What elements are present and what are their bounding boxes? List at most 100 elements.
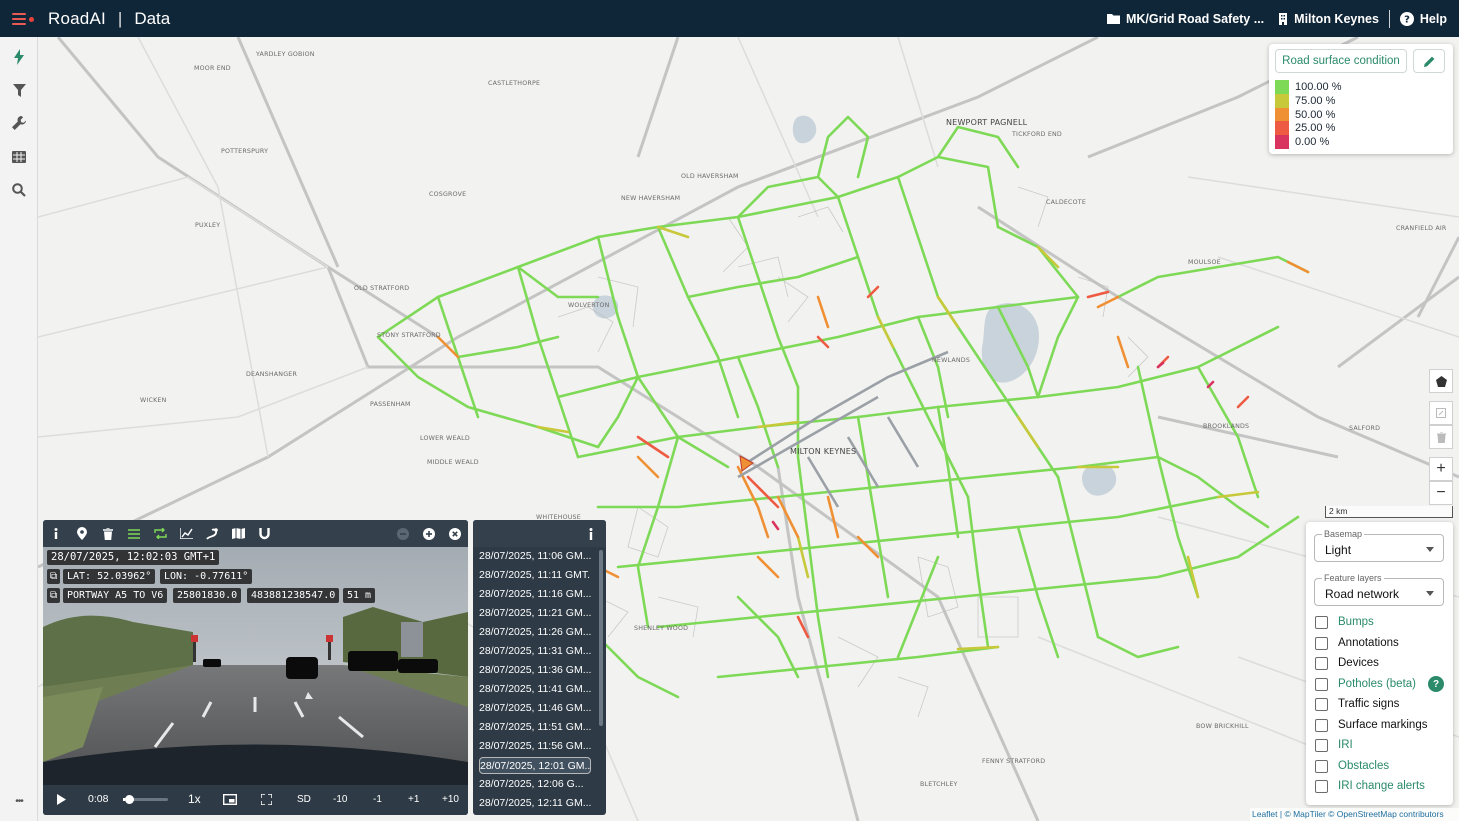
project-selector[interactable]: MK/Grid Road Safety ... [1106,11,1265,26]
plus-circle-icon[interactable] [416,520,442,547]
city-selector[interactable]: Milton Keynes [1278,12,1379,26]
layer-style-button[interactable]: Road surface condition [1275,49,1407,73]
zoom-out-button[interactable]: − [1429,481,1453,505]
video-frame[interactable]: 28/07/2025, 12:02:03 GMT+1 ⧉ LAT: 52.039… [43,547,468,785]
place-label: CRANFIELD AIR [1396,225,1447,232]
delete-shape-button[interactable] [1429,425,1453,449]
place-label: PASSENHAM [370,401,411,408]
place-label: MIDDLE WEALD [427,459,479,466]
obstacles-checkbox[interactable]: Obstacles [1315,758,1389,774]
hamburger-menu-icon[interactable] [10,8,34,30]
picture-in-picture-icon[interactable] [223,794,237,805]
recording-entry[interactable]: 28/07/2025, 11:36 GM... [479,662,591,679]
play-icon[interactable] [57,794,66,805]
app-brand[interactable]: RoadAI [48,9,106,29]
longitude-readout: LON: -0.77611° [160,569,253,584]
recording-entry[interactable]: 28/07/2025, 11:56 GM... [479,738,591,755]
recording-entry[interactable]: 28/07/2025, 11:31 GM... [479,643,591,660]
place-label: OLD STRATFORD [354,285,410,292]
surface-markings-checkbox[interactable]: Surface markings [1315,717,1427,733]
fullscreen-icon[interactable] [261,794,272,805]
search-icon[interactable] [9,180,29,200]
location-pin-icon[interactable] [69,520,95,547]
player-controls: 0:08 1x SD -10 -1 +1 +10 [43,785,468,815]
list-icon[interactable] [121,520,147,547]
place-label: POTTERSPURY [221,148,269,155]
skip-forward-1-button[interactable]: +1 [408,794,419,805]
bumps-checkbox[interactable]: Bumps [1315,614,1374,630]
devices-checkbox[interactable]: Devices [1315,655,1379,671]
map-icon[interactable] [225,520,251,547]
playback-time: 0:08 [88,793,109,805]
place-label: COSGROVE [429,191,467,198]
minus-circle-icon[interactable] [390,520,416,547]
feature-layers-select[interactable]: Feature layers Road network [1314,573,1444,606]
basemap-value: Light [1325,543,1352,557]
zoom-in-button[interactable]: + [1429,457,1453,481]
recording-entry[interactable]: 28/07/2025, 12:01 GM... [479,757,591,774]
pencil-icon [1423,56,1434,67]
place-label: YARDLEY GOBION [256,51,315,58]
project-name: MK/Grid Road Safety ... [1125,11,1265,26]
annotations-checkbox[interactable]: Annotations [1315,635,1399,651]
basemap-select[interactable]: Basemap Light [1314,529,1444,562]
quality-toggle[interactable]: SD [297,794,311,805]
playback-speed[interactable]: 1x [188,792,201,806]
edit-legend-button[interactable] [1413,49,1445,73]
copy-icon[interactable]: ⧉ [47,569,61,584]
legend-item: 0.00 % [1275,135,1329,149]
recording-entry[interactable]: 28/07/2025, 12:06 G... [479,776,591,793]
recording-entry[interactable]: 28/07/2025, 11:41 GM... [479,681,591,698]
place-label: LOWER WEALD [420,435,470,442]
place-label: CASTLETHORPE [488,80,541,87]
chart-icon[interactable] [173,520,199,547]
recording-entry[interactable]: 28/07/2025, 11:51 GM... [479,719,591,736]
map-attribution[interactable]: Leaflet | © MapTiler © OpenStreetMap con… [1250,808,1459,821]
legend-swatch [1275,80,1289,94]
legend-swatch [1275,121,1289,135]
place-label: STONY STRATFORD [377,332,441,339]
iri-checkbox[interactable]: IRI [1315,737,1353,753]
seek-handle[interactable] [124,795,134,804]
skip-back-1-button[interactable]: -1 [373,794,382,805]
skip-forward-10-button[interactable]: +10 [442,794,459,805]
recording-entry[interactable]: 28/07/2025, 11:21 GM... [479,605,591,622]
table-icon[interactable] [9,147,29,167]
segment-id: 25801830.0 [173,588,242,603]
recording-entry[interactable]: 28/07/2025, 11:16 GM... [479,586,591,603]
recording-entry[interactable]: 28/07/2025, 11:26 GM... [479,624,591,641]
recording-entry[interactable]: 28/07/2025, 11:06 GM... [479,548,591,565]
traffic-signs-checkbox[interactable]: Traffic signs [1315,696,1399,712]
close-circle-icon[interactable] [442,520,468,547]
place-label: TICKFORD END [1012,131,1062,138]
repeat-icon[interactable] [147,520,173,547]
edit-shape-button[interactable] [1429,401,1453,425]
filter-icon[interactable] [9,80,29,100]
potholes-checkbox[interactable]: Potholes (beta) [1315,676,1416,692]
info-icon[interactable] [43,520,69,547]
recording-entry[interactable]: 28/07/2025, 12:11 GM... [479,795,591,812]
info-icon[interactable] [589,527,593,545]
draw-polygon-button[interactable] [1429,369,1453,393]
video-timestamp: 28/07/2025, 12:02:03 GMT+1 [47,550,220,565]
notification-dot [29,16,34,22]
magnet-icon[interactable] [251,520,277,547]
trash-icon[interactable] [95,520,121,547]
iri-change-alerts-checkbox[interactable]: IRI change alerts [1315,778,1425,794]
list-scrollbar[interactable] [599,550,603,726]
recording-list-header [473,520,606,547]
place-label: OLD HAVERSHAM [681,173,739,180]
help-button[interactable]: ? Help [1399,11,1447,26]
potholes-help-icon[interactable]: ? [1428,676,1444,692]
more-icon[interactable]: ••• [9,791,29,811]
lightning-icon[interactable] [9,47,29,67]
wrench-icon[interactable] [9,113,29,133]
recording-entry[interactable]: 28/07/2025, 11:46 GM... [479,700,591,717]
skip-back-10-button[interactable]: -10 [333,794,347,805]
top-bar: RoadAI | Data MK/Grid Road Safety ... Mi… [0,0,1459,37]
road-icon[interactable] [199,520,225,547]
recording-entry[interactable]: 28/07/2025, 11:11 GMT... [479,567,591,584]
copy-icon[interactable]: ⧉ [47,588,61,603]
legend-item: 25.00 % [1275,121,1335,135]
place-label: NEWLANDS [932,357,971,364]
